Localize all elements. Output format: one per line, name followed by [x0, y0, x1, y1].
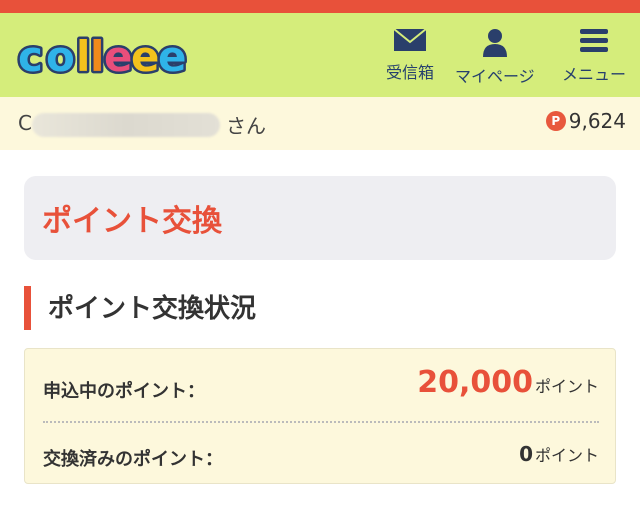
nav-menu-label: メニュー — [562, 65, 627, 84]
user-honorific: さん — [226, 114, 266, 138]
svg-text:e: e — [131, 33, 160, 81]
exchanged-points-value: 0 — [519, 442, 533, 466]
exchange-status-panel: 申込中のポイント： 20,000 ポイント 交換済みのポイント： 0 ポイント — [24, 348, 616, 484]
nav-mypage-label: マイページ — [455, 67, 535, 86]
envelope-icon — [393, 28, 427, 51]
pending-points-unit: ポイント — [534, 377, 599, 396]
section-accent-bar — [24, 286, 31, 330]
top-accent-stripe — [0, 0, 640, 13]
nav-menu[interactable]: メニュー — [562, 27, 626, 85]
header: c o l l e e e 受信箱 マイページ メニュー — [0, 13, 640, 97]
svg-text:l: l — [90, 33, 104, 81]
user-name-initial: C — [18, 111, 32, 135]
person-icon — [482, 29, 507, 57]
page-title-box: ポイント交換 — [24, 176, 616, 260]
svg-text:c: c — [18, 33, 43, 81]
svg-text:l: l — [76, 33, 90, 81]
page-title: ポイント交換 — [42, 204, 222, 239]
user-bar: C さん P 9,624 — [0, 97, 640, 150]
points-balance: 9,624 — [568, 109, 626, 133]
point-badge-icon: P — [545, 111, 566, 131]
redacted-username — [32, 113, 220, 137]
user-points[interactable]: P 9,624 — [545, 109, 626, 133]
hamburger-menu-icon — [580, 29, 608, 52]
svg-text:o: o — [46, 33, 75, 81]
nav-inbox-label: 受信箱 — [386, 63, 435, 82]
pending-points: 20,000 ポイント — [417, 365, 599, 400]
svg-text:e: e — [104, 33, 133, 81]
colleee-logo[interactable]: c o l l e e e — [16, 30, 190, 87]
nav-inbox[interactable]: 受信箱 — [386, 27, 434, 83]
section-title: ポイント交換状況 — [48, 294, 257, 324]
exchanged-points-unit: ポイント — [534, 446, 599, 465]
dotted-divider — [43, 421, 599, 423]
pending-points-value: 20,000 — [417, 365, 533, 400]
nav-mypage[interactable]: マイページ — [455, 27, 535, 87]
svg-text:e: e — [158, 33, 187, 81]
exchanged-points: 0 ポイント — [519, 442, 599, 466]
exchanged-points-label: 交換済みのポイント： — [43, 449, 223, 470]
pending-points-label: 申込中のポイント： — [43, 381, 205, 402]
